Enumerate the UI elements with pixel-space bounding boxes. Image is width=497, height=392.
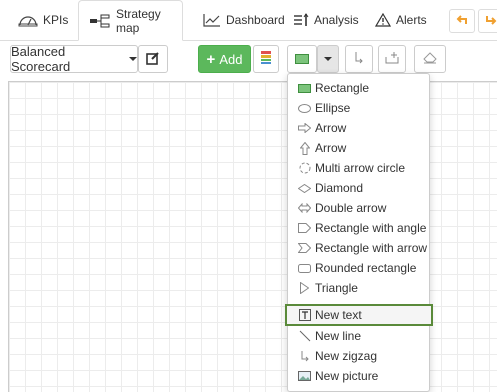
menu-item-label: Rectangle: [315, 81, 370, 95]
menu-item-arrow-right[interactable]: Arrow: [288, 118, 429, 138]
tab-dashboard[interactable]: Dashboard: [193, 0, 295, 40]
add-label: Add: [219, 51, 243, 67]
tab-label: KPIs: [43, 13, 69, 27]
menu-item-new-line[interactable]: New line: [288, 326, 429, 346]
menu-item-label: New picture: [315, 369, 379, 383]
menu-item-diamond[interactable]: Diamond: [288, 178, 429, 198]
chevron-down-icon: [129, 57, 137, 61]
tab-analysis[interactable]: Analysis: [283, 0, 369, 40]
line-icon: [298, 330, 311, 343]
scorecard-dropdown[interactable]: Balanced Scorecard: [10, 44, 138, 74]
menu-item-new-text[interactable]: New text: [285, 304, 433, 326]
tab-kpis[interactable]: KPIs: [8, 0, 78, 40]
line-chart-icon: [203, 13, 221, 27]
tab-label: Strategy map: [116, 6, 161, 35]
redo-button[interactable]: [478, 9, 497, 33]
rounded-rectangle-icon: [298, 262, 311, 275]
strategy-map-icon: [89, 14, 111, 28]
tab-strategy-map[interactable]: Strategy map: [78, 0, 183, 41]
zigzag-icon: [298, 350, 311, 363]
menu-item-label: Diamond: [315, 181, 364, 195]
double-arrow-icon: [298, 202, 311, 215]
text-icon: [298, 309, 311, 322]
add-point-button[interactable]: [378, 45, 406, 73]
menu-item-label: Triangle: [315, 281, 358, 295]
tab-label: Alerts: [396, 13, 427, 27]
layout-colors-icon: [261, 50, 271, 68]
shape-button[interactable]: [287, 45, 317, 73]
menu-item-new-picture[interactable]: New picture: [288, 366, 429, 386]
triangle-icon: [298, 282, 311, 295]
menu-item-rectangle-with-arrow[interactable]: Rectangle with arrow: [288, 238, 429, 258]
kpi-gauge-icon: [18, 13, 38, 27]
tab-bar: KPIs Strategy map Dashboard Analysis Ale…: [0, 0, 497, 41]
menu-item-triangle[interactable]: Triangle: [288, 278, 429, 298]
multi-arrow-circle-icon: [298, 162, 311, 175]
menu-item-rounded-rectangle[interactable]: Rounded rectangle: [288, 258, 429, 278]
undo-arrow-icon: [456, 14, 468, 29]
menu-item-label: New zigzag: [315, 349, 378, 363]
right-arrow-icon: [298, 122, 311, 135]
rectangle-icon: [298, 82, 311, 95]
menu-item-label: Rectangle with angle: [315, 221, 427, 235]
menu-item-double-arrow[interactable]: Double arrow: [288, 198, 429, 218]
diamond-icon: [298, 182, 311, 195]
rectangle-shape-icon: [295, 52, 309, 67]
tab-alerts[interactable]: Alerts: [365, 0, 437, 40]
menu-item-label: New line: [315, 329, 362, 343]
menu-item-arrow-up[interactable]: Arrow: [288, 138, 429, 158]
eraser-icon: [423, 51, 437, 67]
menu-item-label: Arrow: [315, 121, 347, 135]
menu-item-ellipse[interactable]: Ellipse: [288, 98, 429, 118]
edit-icon: [146, 51, 160, 68]
add-point-icon: [385, 51, 399, 68]
picture-icon: [298, 370, 311, 383]
ellipse-icon: [298, 102, 311, 115]
undo-button[interactable]: [449, 9, 475, 33]
shape-menu: Rectangle Ellipse Arrow Arrow Multi arro…: [285, 73, 433, 392]
plus-icon: +: [206, 50, 216, 68]
menu-item-label: Ellipse: [315, 101, 351, 115]
rectangle-arrow-icon: [298, 242, 311, 255]
edit-scorecard-button[interactable]: [138, 45, 168, 73]
shape-dropdown-toggle[interactable]: [317, 45, 339, 73]
menu-item-label: New text: [315, 308, 362, 322]
eraser-button[interactable]: [414, 45, 446, 73]
warning-icon: [375, 13, 391, 27]
connector-icon: [354, 51, 364, 68]
tab-label: Analysis: [314, 13, 359, 27]
scorecard-label: Balanced Scorecard: [11, 44, 71, 74]
menu-item-new-zigzag[interactable]: New zigzag: [288, 346, 429, 366]
menu-item-multi-arrow-circle[interactable]: Multi arrow circle: [288, 158, 429, 178]
rectangle-angle-icon: [298, 222, 311, 235]
menu-item-rectangle-with-angle[interactable]: Rectangle with angle: [288, 218, 429, 238]
menu-item-label: Rectangle with arrow: [315, 241, 428, 255]
menu-item-label: Multi arrow circle: [315, 161, 406, 175]
chevron-down-icon: [324, 57, 332, 61]
redo-arrow-icon: [485, 14, 497, 29]
tab-label: Dashboard: [226, 13, 285, 27]
add-button[interactable]: + Add: [198, 45, 251, 73]
up-arrow-icon: [298, 141, 311, 155]
menu-item-label: Rounded rectangle: [315, 261, 417, 275]
menu-item-label: Arrow: [315, 141, 347, 155]
menu-item-label: Double arrow: [315, 201, 387, 215]
layout-button[interactable]: [253, 45, 279, 73]
analysis-icon: [293, 13, 309, 27]
menu-item-rectangle[interactable]: Rectangle: [288, 78, 429, 98]
connector-button[interactable]: [345, 45, 373, 73]
